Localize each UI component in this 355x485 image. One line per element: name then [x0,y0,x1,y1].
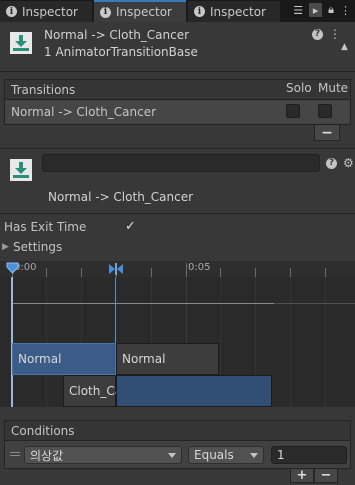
settings-foldout[interactable]: Settings [13,240,62,254]
help-icon[interactable]: ? [312,28,323,40]
drag-handle-icon[interactable] [10,452,20,453]
tab-inspector-3[interactable]: i Inspector [188,1,280,22]
header-title: Normal -> Cloth_Cancer [44,28,190,42]
condition-mode-dropdown[interactable]: Equals [188,446,264,464]
transition-row-label: Normal -> Cloth_Cancer [11,105,157,119]
exit-time-marker[interactable] [108,263,124,278]
header-subtitle: 1 AnimatorTransitionBase [44,45,198,59]
transitions-heading: Transitions [11,82,76,97]
detail-header-icons: ? ⚙ [326,156,354,170]
source-state-next-bar[interactable]: Normal [116,343,219,375]
chevron-down-icon [250,453,258,458]
source-state-bar[interactable]: Normal [12,343,116,375]
mute-checkbox[interactable] [318,104,332,118]
lock-icon[interactable]: 🔒︎ [328,3,334,17]
conditions-list-header: Conditions [4,420,351,441]
tab-inspector-2[interactable]: i Inspector [94,0,186,22]
divider [0,213,355,214]
ruler-label-mid: 0:05 [188,262,211,273]
solo-column-label: Solo [286,81,312,95]
destination-state-bar-pre[interactable]: Cloth_Cancer [63,375,149,407]
start-cursor-line [11,277,13,407]
transition-detail-title: Normal -> Cloth_Cancer [48,190,194,204]
conditions-add-remove: + − [290,468,338,483]
kebab-menu-icon[interactable]: ⋮ [340,4,351,17]
collapse-icon[interactable]: ▲ [341,42,348,52]
conditions-heading: Conditions [11,423,75,438]
tab-inspector-1[interactable]: i Inspector [0,1,92,22]
timeline-ruler[interactable] [0,261,355,277]
list-menu-icon[interactable]: ☰ [293,4,303,17]
source-state-label: Normal [18,352,62,366]
tab-label: Inspector [22,4,78,19]
gear-icon[interactable]: ⚙ [343,156,354,170]
tab-label: Inspector [116,5,172,19]
divider [0,148,355,149]
destination-state-bar[interactable] [116,375,272,407]
chevron-down-icon [168,453,176,458]
transition-start-marker[interactable] [6,262,19,277]
divider [0,71,355,72]
transition-arrow-icon [10,159,32,181]
transition-arrow-icon [10,32,32,54]
solo-checkbox[interactable] [286,104,300,118]
condition-parameter-dropdown[interactable]: 의상값 [24,446,182,464]
transition-curve-line [12,303,274,304]
info-icon: i [100,6,111,18]
play-icon[interactable]: ▸ [309,3,323,17]
has-exit-time-checkbox[interactable]: ✓ [125,219,136,234]
header-icons: ? ⋮ [312,27,341,41]
remove-condition-button[interactable]: − [314,468,338,483]
tab-controls: ☰ ▸ 🔒︎ ⋮ [293,3,351,17]
has-exit-time-label: Has Exit Time [4,220,87,234]
add-condition-button[interactable]: + [290,468,314,483]
source-state-next-label: Normal [122,352,166,366]
tab-label: Inspector [210,4,266,19]
condition-value-input[interactable]: 1 [271,446,347,464]
kebab-menu-icon[interactable]: ⋮ [329,27,341,41]
transition-name-input[interactable] [42,154,320,172]
info-icon: i [194,6,205,17]
remove-transition-button[interactable]: − [314,125,340,141]
info-icon: i [6,6,17,17]
help-icon[interactable]: ? [326,157,337,169]
foldout-arrow-icon[interactable]: ▶ [2,242,9,252]
mute-column-label: Mute [318,81,349,95]
